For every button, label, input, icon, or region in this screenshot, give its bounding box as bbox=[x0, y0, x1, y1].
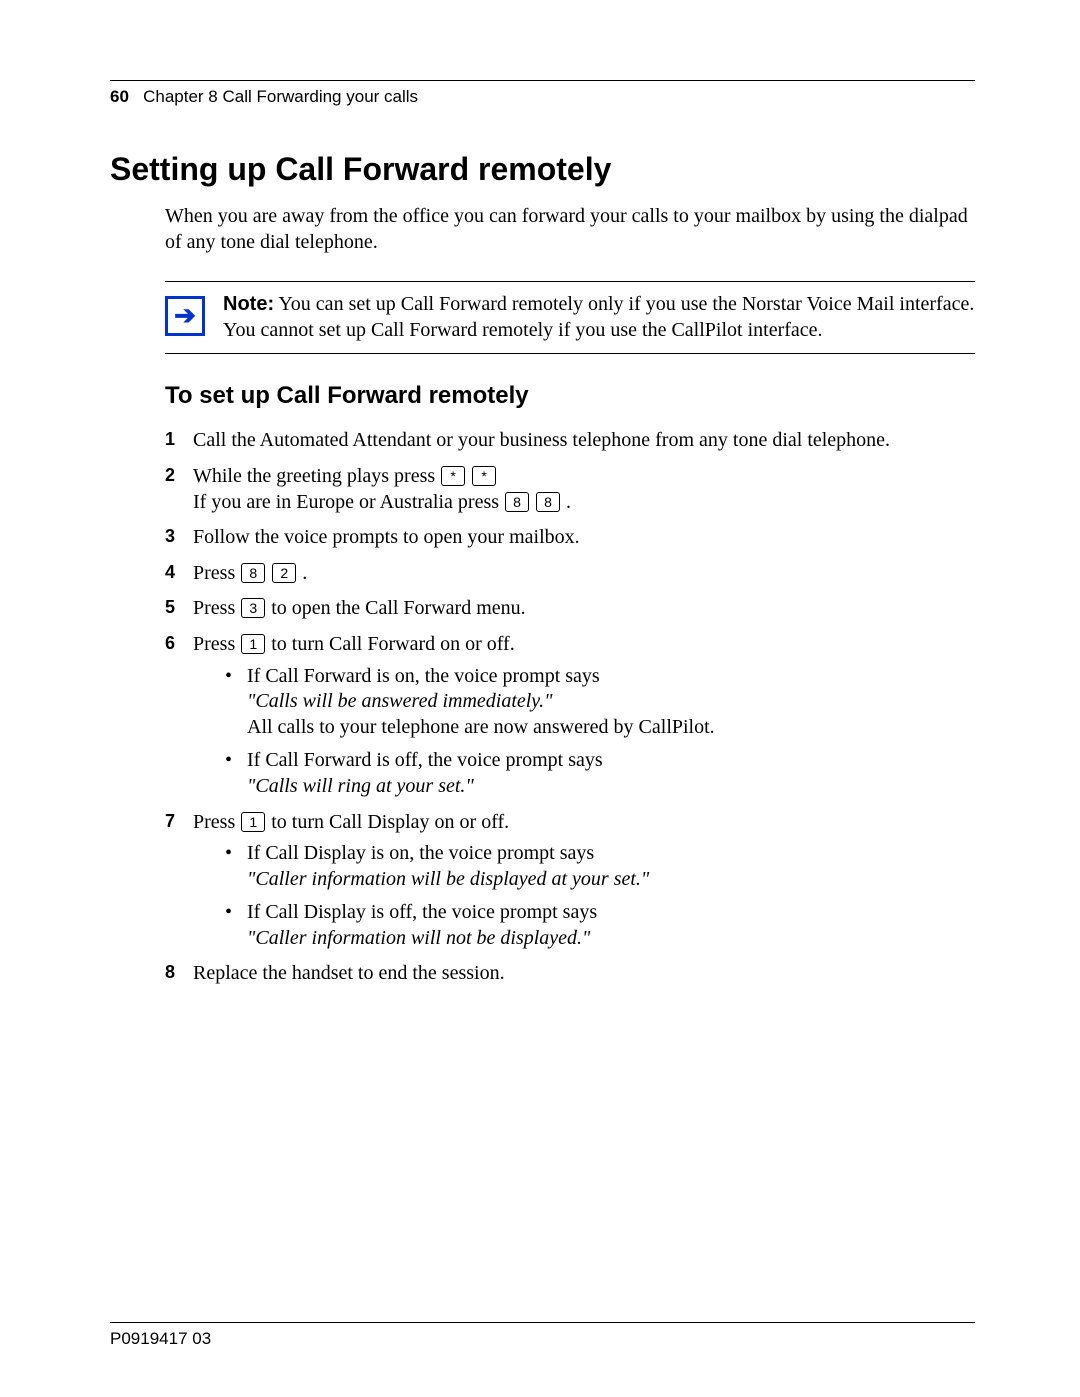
step-7: Press 1 to turn Call Display on or off. … bbox=[165, 810, 975, 952]
step-7-bullet-2: If Call Display is off, the voice prompt… bbox=[225, 900, 975, 951]
key-star: * bbox=[441, 466, 465, 486]
step-8: Replace the handset to end the session. bbox=[165, 961, 975, 987]
key-eight: 8 bbox=[536, 492, 560, 512]
chapter-title: Chapter 8 Call Forwarding your calls bbox=[143, 87, 418, 106]
step-3: Follow the voice prompts to open your ma… bbox=[165, 525, 975, 551]
step-6-bullet-2: If Call Forward is off, the voice prompt… bbox=[225, 748, 975, 799]
steps-list: Call the Automated Attendant or your bus… bbox=[165, 428, 975, 987]
step-1: Call the Automated Attendant or your bus… bbox=[165, 428, 975, 454]
note-callout: ➔ Note: You can set up Call Forward remo… bbox=[165, 281, 975, 354]
step-6-sublist: If Call Forward is on, the voice prompt … bbox=[225, 664, 975, 800]
running-header: 60 Chapter 8 Call Forwarding your calls bbox=[110, 87, 975, 107]
key-eight: 8 bbox=[241, 563, 265, 583]
step-7-sublist: If Call Display is on, the voice prompt … bbox=[225, 841, 975, 951]
top-rule bbox=[110, 80, 975, 81]
note-body: You can set up Call Forward remotely onl… bbox=[223, 293, 974, 341]
note-label: Note: bbox=[223, 293, 274, 315]
key-eight: 8 bbox=[505, 492, 529, 512]
step-6-bullet-1: If Call Forward is on, the voice prompt … bbox=[225, 664, 975, 741]
section-heading: Setting up Call Forward remotely bbox=[110, 151, 975, 188]
key-one: 1 bbox=[241, 812, 265, 832]
page-number: 60 bbox=[110, 87, 129, 106]
key-star: * bbox=[472, 466, 496, 486]
intro-paragraph: When you are away from the office you ca… bbox=[165, 204, 975, 255]
subsection-heading: To set up Call Forward remotely bbox=[165, 382, 975, 410]
step-5: Press 3 to open the Call Forward menu. bbox=[165, 596, 975, 622]
step-7-bullet-1: If Call Display is on, the voice prompt … bbox=[225, 841, 975, 892]
key-two: 2 bbox=[272, 563, 296, 583]
bottom-rule bbox=[110, 1322, 975, 1323]
note-arrow-icon: ➔ bbox=[165, 296, 205, 336]
step-4: Press 8 2 . bbox=[165, 561, 975, 587]
step-6: Press 1 to turn Call Forward on or off. … bbox=[165, 632, 975, 800]
footer-doc-id: P0919417 03 bbox=[110, 1329, 211, 1349]
key-three: 3 bbox=[241, 598, 265, 618]
key-one: 1 bbox=[241, 634, 265, 654]
step-2: While the greeting plays press * * If yo… bbox=[165, 464, 975, 515]
note-text: Note: You can set up Call Forward remote… bbox=[223, 292, 975, 343]
